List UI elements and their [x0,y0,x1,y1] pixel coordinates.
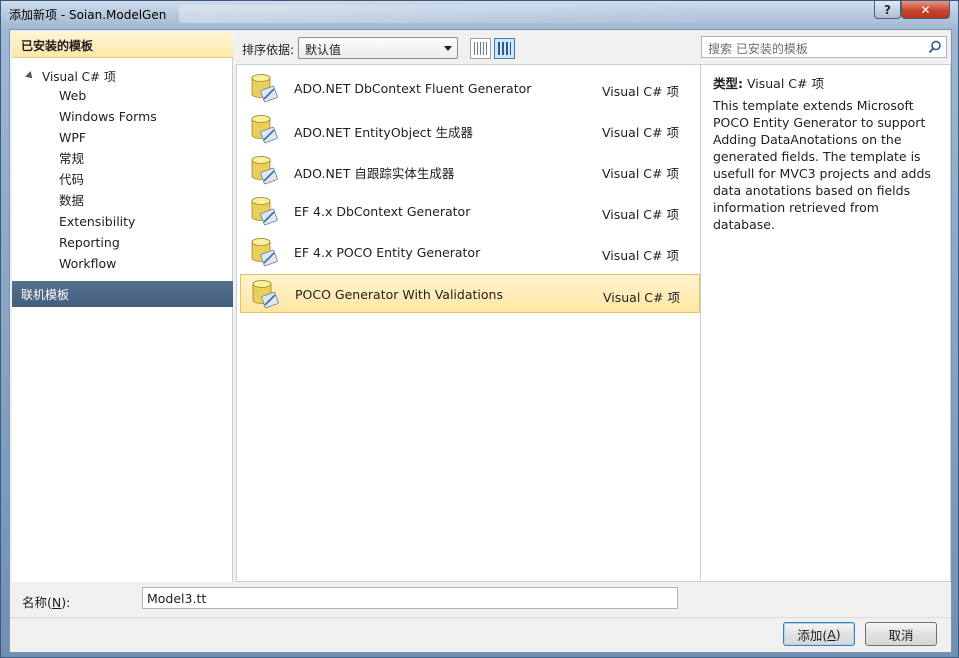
sort-toolbar: 排序依据: 默认值 [236,32,700,62]
help-button[interactable]: ? [874,1,901,19]
template-row[interactable]: ADO.NET EntityObject 生成器 Visual C# 项 [240,110,700,149]
template-name: ADO.NET 自跟踪实体生成器 [294,166,455,181]
name-input[interactable]: Model3.tt [142,587,678,609]
installed-templates-header[interactable]: 已安装的模板 [12,32,233,58]
template-name: ADO.NET DbContext Fluent Generator [294,81,532,96]
dialog-window: 添加新项 - Soian.ModelGen ? ✕ 已安装的模板 Visual … [0,0,959,658]
template-name: EF 4.x POCO Entity Generator [294,245,481,260]
template-details: 类型: Visual C# 项 This template extends Mi… [701,64,951,582]
template-language: Visual C# 项 [602,125,679,140]
sort-dropdown[interactable]: 默认值 [298,37,458,59]
tree-item[interactable]: 常规 [59,149,84,169]
list-view-icon [498,42,511,55]
template-name: EF 4.x DbContext Generator [294,204,471,219]
type-value: Visual C# 项 [746,76,824,91]
template-description: This template extends Microsoft POCO Ent… [713,98,931,232]
expand-triangle-icon[interactable] [25,71,35,81]
sort-dropdown-value: 默认值 [305,43,342,57]
template-language: Visual C# 项 [602,84,679,99]
cancel-button[interactable]: 取消 [865,622,937,646]
database-template-icon [250,155,278,185]
tree-root-label: Visual C# 项 [42,69,116,84]
template-row[interactable]: ADO.NET DbContext Fluent Generator Visual… [240,69,700,108]
database-template-icon [250,196,278,226]
search-icon[interactable] [928,40,942,54]
dialog-client: 已安装的模板 Visual C# 项 Web Windows Forms WPF 常规… [9,29,952,653]
tree-item[interactable]: WPF [59,128,86,148]
template-name: ADO.NET EntityObject 生成器 [294,125,474,140]
template-language: Visual C# 项 [603,290,680,305]
template-list: ADO.NET DbContext Fluent Generator Visual… [236,64,701,582]
dialog-footer: 添加(A) 取消 [10,617,951,652]
template-language: Visual C# 项 [602,207,679,222]
tree-item[interactable]: Workflow [59,254,116,274]
title-blur-region [179,5,699,23]
name-label: 名称(N): [22,595,71,610]
database-template-icon [250,114,278,144]
tree-item[interactable]: Windows Forms [59,107,157,127]
details-view-button[interactable] [494,38,515,59]
tree-root-visual-csharp[interactable]: Visual C# 项 [25,66,116,86]
template-row[interactable]: EF 4.x DbContext Generator Visual C# 项 [240,192,700,231]
window-title: 添加新项 - Soian.ModelGen [9,8,167,22]
type-label: 类型: [713,76,743,91]
grid-view-icon [474,42,487,55]
database-template-icon [250,73,278,103]
title-bar[interactable]: 添加新项 - Soian.ModelGen ? ✕ [1,1,958,27]
category-pane: 已安装的模板 Visual C# 项 Web Windows Forms WPF 常规… [12,32,233,582]
template-name: POCO Generator With Validations [295,287,503,302]
add-button[interactable]: 添加(A) [783,622,855,646]
search-input[interactable]: 搜索 已安装的模板 [701,36,947,58]
template-language: Visual C# 项 [602,166,679,181]
type-line: 类型: Visual C# 项 [713,73,824,92]
tree-item[interactable]: Extensibility [59,212,135,232]
database-template-icon [251,279,279,309]
online-templates-header[interactable]: 联机模板 [12,281,233,307]
tree-item[interactable]: 数据 [59,191,84,211]
sort-label: 排序依据: [242,43,295,57]
database-template-icon [250,237,278,267]
template-language: Visual C# 项 [602,248,679,263]
template-row[interactable]: POCO Generator With Validations Visual C#… [240,274,700,313]
chevron-down-icon [444,46,452,51]
template-row[interactable]: ADO.NET 自跟踪实体生成器 Visual C# 项 [240,151,700,190]
tree-item[interactable]: Reporting [59,233,120,253]
tree-item[interactable]: 代码 [59,170,84,190]
template-row[interactable]: EF 4.x POCO Entity Generator Visual C# 项 [240,233,700,272]
search-placeholder: 搜索 已安装的模板 [708,42,808,56]
close-button[interactable]: ✕ [901,1,950,19]
small-icons-view-button[interactable] [470,38,491,59]
tree-item[interactable]: Web [59,86,86,106]
